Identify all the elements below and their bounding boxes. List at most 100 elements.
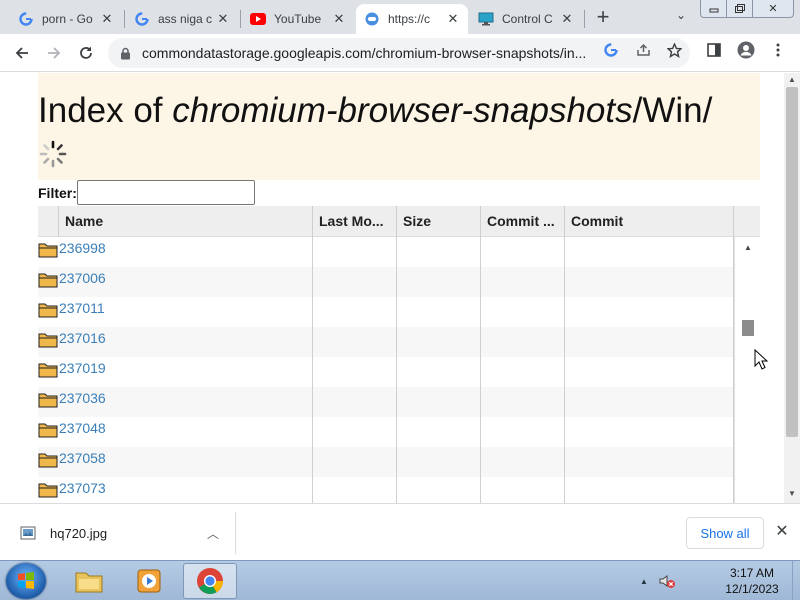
close-icon[interactable]: ✕ (216, 11, 230, 27)
share-icon[interactable] (632, 40, 654, 60)
folder-link[interactable]: 237016 (59, 327, 106, 349)
tab-5[interactable]: Control C ✕ (470, 4, 582, 34)
close-shelf-icon[interactable]: ✕ (772, 522, 792, 542)
page-title: Index of chromium-browser-snapshots/Win/ (38, 91, 712, 131)
title-italic: chromium-browser-snapshots (172, 91, 633, 130)
column-header-last-modified[interactable]: Last Mo... (312, 206, 396, 237)
tab-search-chevron-icon[interactable]: ⌄ (670, 8, 692, 28)
show-desktop-button[interactable] (792, 561, 800, 600)
profile-avatar-icon[interactable] (735, 40, 757, 60)
scroll-up-arrow-icon[interactable]: ▲ (744, 243, 752, 252)
google-g-icon (134, 11, 150, 27)
folder-icon (38, 483, 58, 498)
lock-icon[interactable] (120, 47, 134, 60)
close-icon[interactable]: ✕ (100, 11, 114, 27)
youtube-icon (250, 11, 266, 27)
close-icon[interactable]: ✕ (446, 11, 460, 27)
table-row[interactable]: 237011 (38, 297, 733, 327)
media-player-icon (137, 569, 161, 593)
column-divider (564, 206, 565, 503)
table-row[interactable]: 236998 (38, 237, 733, 267)
column-header-name[interactable]: Name (58, 206, 312, 237)
folder-link[interactable]: 237006 (59, 267, 106, 289)
side-panel-icon[interactable] (703, 40, 725, 60)
table-row[interactable]: 237073 (38, 477, 733, 503)
new-tab-button[interactable]: + (590, 6, 616, 30)
globe-icon (364, 11, 380, 27)
column-header-size[interactable]: Size (396, 206, 480, 237)
folder-link[interactable]: 236998 (59, 237, 106, 259)
folder-link[interactable]: 237058 (59, 447, 106, 469)
chevron-up-icon[interactable]: ︿ (207, 525, 219, 542)
title-prefix: Index of (38, 91, 173, 130)
folder-link[interactable]: 237073 (59, 477, 106, 499)
forward-button[interactable] (40, 40, 68, 66)
close-icon[interactable]: ✕ (332, 11, 346, 27)
folder-icon (38, 363, 58, 378)
tab-1[interactable]: porn - Go ✕ (10, 4, 122, 34)
download-item[interactable]: hq720.jpg ︿ (10, 512, 236, 554)
monitor-icon (478, 11, 494, 27)
back-button[interactable] (8, 40, 36, 66)
grid-body: 236998 237006 237011 237016 237019 23703… (38, 237, 760, 503)
folder-icon (38, 243, 58, 258)
taskbar-media-player[interactable] (122, 563, 176, 599)
taskbar-explorer[interactable] (62, 563, 116, 599)
url-text[interactable]: commondatastorage.googleapis.com/chromiu… (142, 45, 592, 61)
column-divider (480, 206, 481, 503)
close-window-button[interactable]: ✕ (753, 0, 793, 17)
bookmark-star-icon[interactable] (663, 40, 685, 60)
folder-icon (38, 273, 58, 288)
clock-time: 3:17 AM (729, 566, 775, 580)
tab-2[interactable]: ass niga c ✕ (126, 4, 238, 34)
tab-title: porn - Go (42, 12, 93, 26)
taskbar-chrome[interactable] (183, 563, 237, 599)
filter-bar: Filter: (38, 180, 255, 205)
folder-link[interactable]: 237019 (59, 357, 106, 379)
start-button[interactable] (6, 563, 46, 599)
column-header-commit[interactable]: Commit (564, 206, 734, 237)
windows-logo-icon (18, 572, 34, 589)
grid-scrollbar-thumb[interactable] (742, 320, 754, 336)
folder-icon (38, 333, 58, 348)
table-row[interactable]: 237019 (38, 357, 733, 387)
tab-title: YouTube (274, 12, 322, 26)
show-all-button[interactable]: Show all (686, 517, 764, 549)
page-scrollbar[interactable]: ▲ ▼ (784, 73, 800, 503)
filter-label: Filter: (38, 184, 77, 201)
folder-link[interactable]: 237011 (59, 297, 105, 319)
download-file-name: hq720.jpg (50, 525, 108, 541)
tab-3[interactable]: YouTube ✕ (242, 4, 354, 34)
volume-muted-icon[interactable] (658, 573, 676, 589)
folder-link[interactable]: 237048 (59, 417, 106, 439)
windows-taskbar: ▲ 3:17 AM 12/1/2023 (0, 560, 800, 600)
maximize-button[interactable] (727, 0, 753, 17)
table-row[interactable]: 237058 (38, 447, 733, 477)
tray-expand-icon[interactable]: ▲ (640, 577, 648, 586)
mouse-cursor-icon (754, 349, 768, 370)
table-row[interactable]: 237048 (38, 417, 733, 447)
tab-strip: porn - Go ✕ ass niga c ✕ YouTube ✕ https… (0, 0, 800, 34)
google-translate-icon[interactable] (600, 40, 622, 60)
close-icon[interactable]: ✕ (560, 11, 574, 27)
table-row[interactable]: 237016 (38, 327, 733, 357)
filter-input[interactable] (76, 180, 255, 205)
menu-kebab-icon[interactable] (767, 40, 789, 60)
folder-icon (38, 303, 58, 318)
folder-link[interactable]: 237036 (59, 387, 106, 409)
browser-toolbar: commondatastorage.googleapis.com/chromiu… (0, 34, 800, 72)
folder-icon (38, 423, 58, 438)
scroll-down-arrow-icon[interactable]: ▼ (788, 489, 796, 498)
tab-title: Control C (502, 12, 553, 26)
page-scrollbar-thumb[interactable] (786, 87, 798, 437)
table-row[interactable]: 237036 (38, 387, 733, 417)
column-divider (312, 206, 313, 503)
minimize-button[interactable] (701, 0, 727, 17)
table-row[interactable]: 237006 (38, 267, 733, 297)
tab-4-active[interactable]: https://c ✕ (356, 4, 468, 34)
column-header-commit-date[interactable]: Commit ... (480, 206, 564, 237)
header-band: Index of chromium-browser-snapshots/Win/ (38, 73, 760, 180)
reload-button[interactable] (72, 40, 100, 66)
scroll-up-arrow-icon[interactable]: ▲ (788, 75, 796, 84)
taskbar-clock[interactable]: 3:17 AM 12/1/2023 (716, 565, 788, 597)
